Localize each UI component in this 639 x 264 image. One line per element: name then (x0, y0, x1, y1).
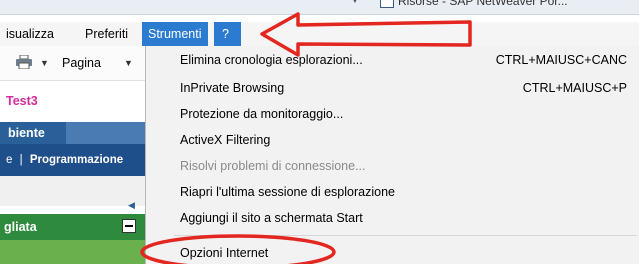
print-icon[interactable] (16, 55, 32, 69)
menu-separator (174, 235, 637, 236)
minimize-panel-button[interactable] (122, 219, 136, 233)
menu-item-label: Aggiungi il sito a schermata Start (180, 211, 363, 225)
menu-item-shortcut: CTRL+MAIUSC+CANC (495, 53, 627, 67)
menu-help[interactable]: ? (214, 22, 241, 46)
nav-separator: | (19, 154, 23, 166)
menu-item-delete-history[interactable]: Elimina cronologia esplorazioni... CTRL+… (180, 49, 639, 71)
menu-visualizza[interactable]: isualizza (0, 22, 60, 46)
nav-item[interactable]: e (0, 154, 12, 166)
page-menu-button[interactable]: Pagina (62, 56, 101, 70)
address-dropdown-icon[interactable]: ▼ (350, 0, 360, 6)
portal-content-area (0, 176, 148, 206)
menu-item-shortcut: CTRL+MAIUSC+P (522, 81, 627, 95)
menu-item-label: Risolvi problemi di connessione... (180, 159, 366, 173)
menu-item-label: Riapri l'ultima sessione di esplorazione (180, 185, 395, 199)
menu-item-add-to-start[interactable]: Aggiungi il sito a schermata Start (180, 207, 639, 229)
menu-item-label: Opzioni Internet (180, 246, 269, 260)
browser-tab-title[interactable]: Risorse - SAP NetWeaver Por... (398, 0, 568, 8)
menu-bar: isualizza Preferiti Strumenti ? (0, 22, 639, 47)
portal-nav-bar: e | Programmazione (0, 144, 148, 176)
page-dropdown-icon[interactable]: ▼ (124, 58, 133, 68)
menu-item-label: ActiveX Filtering (180, 133, 271, 147)
menu-strumenti[interactable]: Strumenti (142, 22, 208, 46)
window-title-strip: ▼ Risorse - SAP NetWeaver Por... (0, 0, 639, 15)
menu-item-internet-options[interactable]: Opzioni Internet (180, 242, 639, 264)
menu-item-activex-filtering[interactable]: ActiveX Filtering (180, 129, 639, 151)
portal-user-name: Test3 (6, 94, 38, 108)
portal-tab[interactable]: biente (0, 122, 66, 144)
print-dropdown-icon[interactable]: ▼ (40, 58, 49, 68)
collapse-arrow-icon[interactable]: ◀ (128, 200, 136, 210)
menu-item-inprivate[interactable]: InPrivate Browsing CTRL+MAIUSC+P (180, 77, 639, 99)
tools-dropdown-menu: Elimina cronologia esplorazioni... CTRL+… (145, 46, 639, 264)
menu-preferiti[interactable]: Preferiti (79, 22, 134, 46)
menu-item-label: Elimina cronologia esplorazioni... (180, 53, 363, 67)
tab-favicon-icon (380, 0, 394, 8)
nav-item-programmazione[interactable]: Programmazione (30, 154, 123, 166)
menu-item-tracking-protection[interactable]: Protezione da monitoraggio... (180, 103, 639, 125)
panel-body (0, 240, 148, 264)
menu-item-reopen-session[interactable]: Riapri l'ultima sessione di esplorazione (180, 181, 639, 203)
menu-item-label: Protezione da monitoraggio... (180, 107, 344, 121)
menu-item-label: InPrivate Browsing (180, 81, 285, 95)
menu-item-fix-connection: Risolvi problemi di connessione... (180, 155, 639, 177)
command-toolbar: ▼ Pagina ▼ (0, 46, 148, 81)
